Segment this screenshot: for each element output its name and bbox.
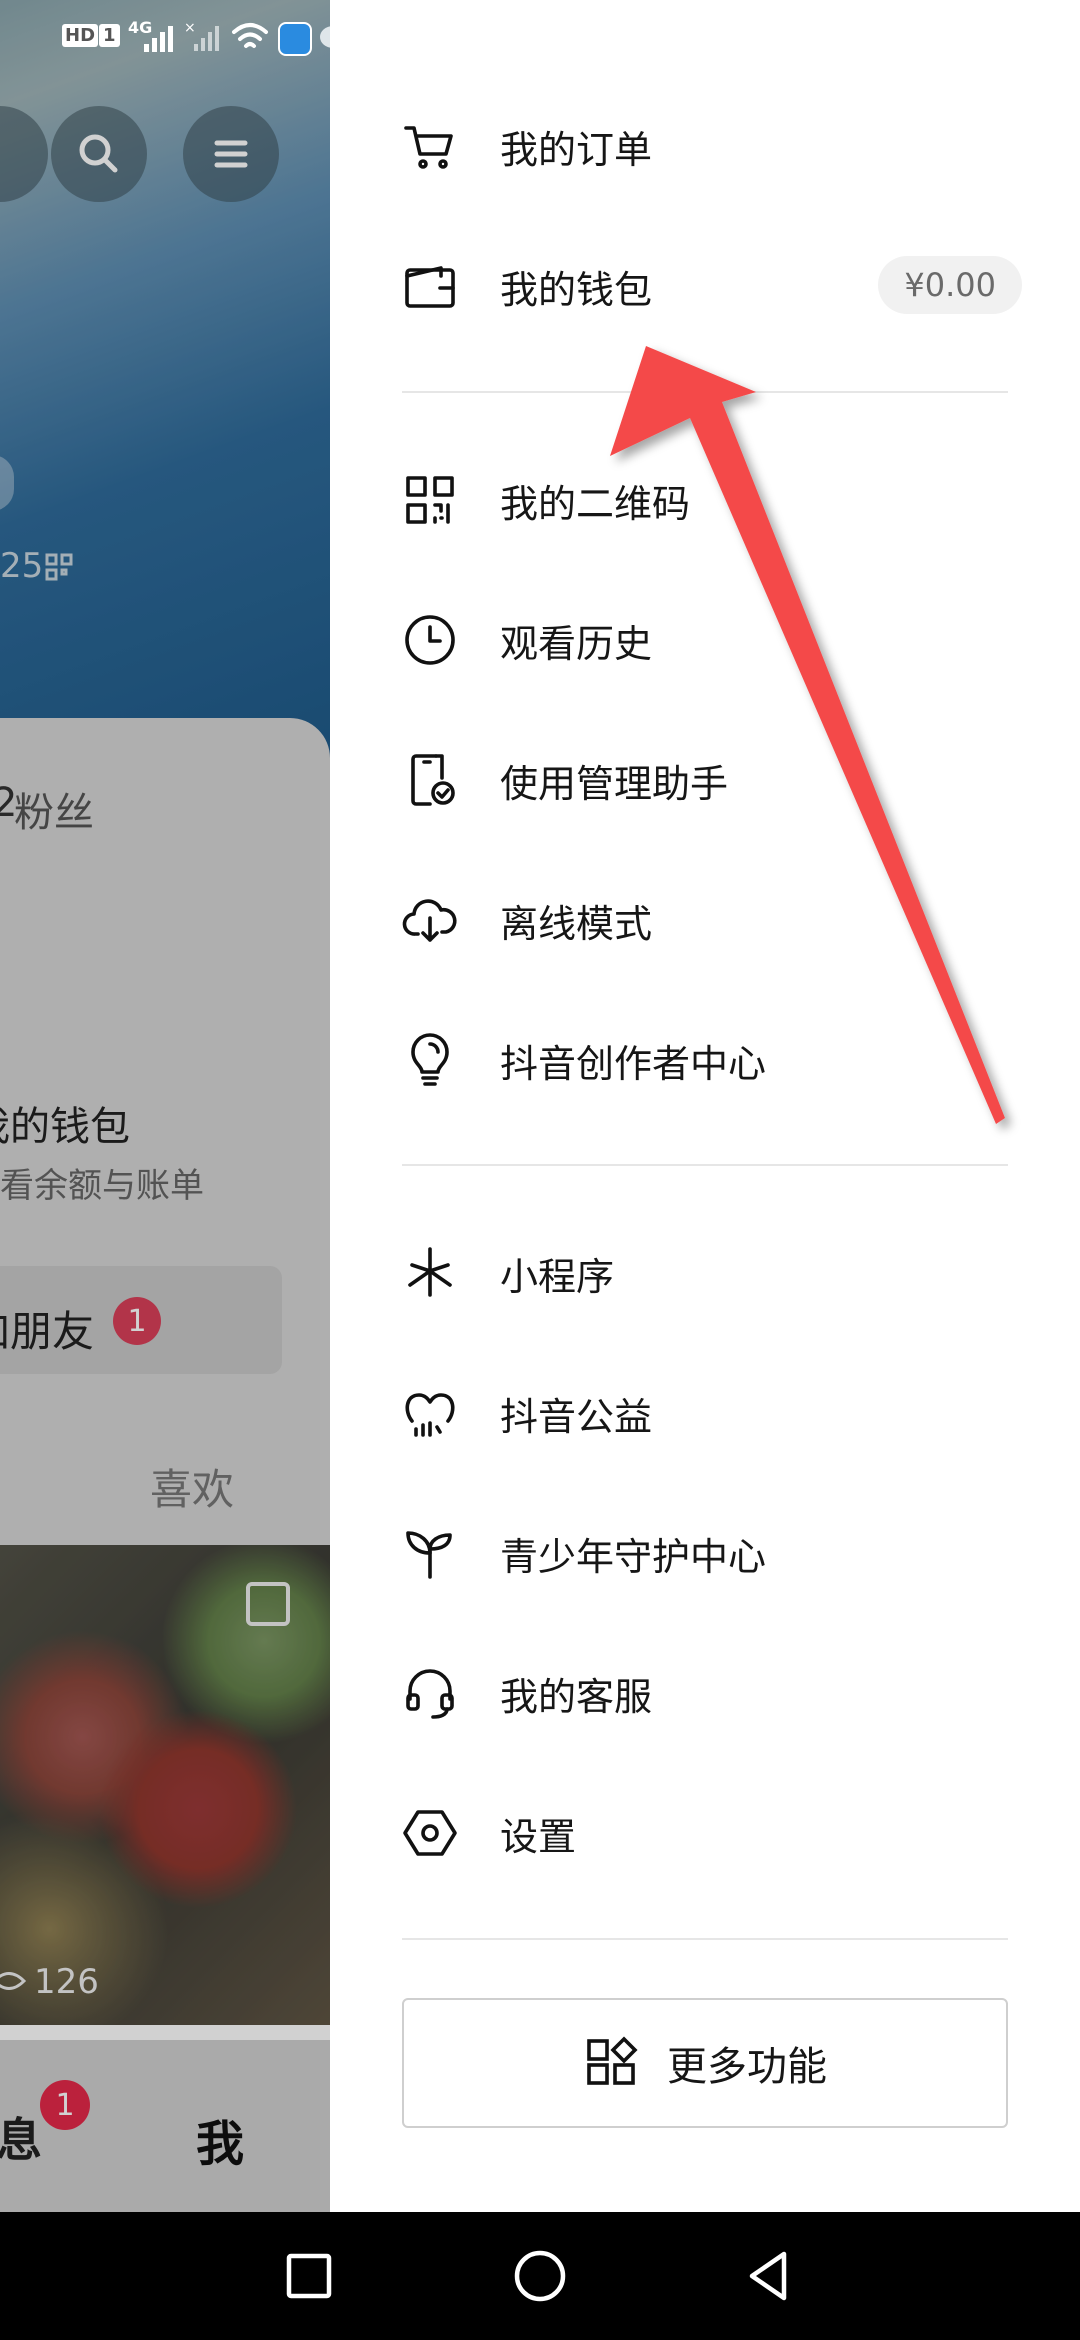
app-notification-icon: [278, 22, 312, 56]
signal-2-icon: ×: [184, 20, 219, 51]
sprout-icon: [402, 1525, 458, 1581]
bg-friends-badge: 1: [113, 1297, 161, 1345]
bg-friends-text: 朋友: [10, 1307, 95, 1356]
multi-image-icon: [246, 1582, 290, 1626]
menu-item-history[interactable]: 观看历史: [330, 570, 1080, 710]
grid-icon: [587, 2036, 638, 2085]
cloud-download-icon: [402, 892, 458, 948]
bg-id-fragment: 25: [0, 546, 44, 586]
clock-icon: [402, 612, 458, 668]
menu-item-settings[interactable]: 设置: [330, 1763, 1080, 1903]
qrcode-icon: [402, 472, 458, 528]
bg-bottom-tabbar: [0, 2040, 330, 2212]
cart-icon: [402, 118, 458, 174]
system-navigation-bar: [0, 2212, 1080, 2340]
phone-check-icon: [402, 752, 458, 808]
wifi-icon: [232, 23, 268, 48]
menu-label: 我的订单: [500, 127, 653, 172]
recents-button[interactable]: [279, 2246, 339, 2306]
bg-friends-prefix: 加: [0, 1298, 10, 1359]
headset-icon: [402, 1665, 458, 1721]
back-button[interactable]: [740, 2246, 800, 2306]
bg-messages-badge: 1: [40, 2080, 90, 2130]
bg-menu-button: [183, 106, 279, 202]
menu-label: 观看历史: [500, 621, 653, 666]
menu-item-usage-assistant[interactable]: 使用管理助手: [330, 710, 1080, 850]
menu-item-orders[interactable]: 我的订单: [330, 76, 1080, 216]
divider: [402, 1938, 1008, 1940]
square-icon: [286, 2253, 332, 2299]
bg-wallet-subtitle: 查看余额与账单: [0, 1166, 204, 1206]
profile-header-background: [0, 0, 330, 760]
bg-wallet-title: 我的钱包: [0, 1104, 130, 1150]
svg-text:×: ×: [184, 20, 196, 36]
menu-icon: [214, 140, 248, 168]
menu-item-youth-protection[interactable]: 青少年守护中心: [330, 1483, 1080, 1623]
hd-indicator: HD: [62, 24, 99, 47]
menu-label: 小程序: [500, 1254, 615, 1299]
home-button[interactable]: [510, 2246, 570, 2306]
more-features-button[interactable]: 更多功能: [402, 1998, 1008, 2128]
menu-label: 我的客服: [500, 1674, 653, 1719]
menu-label: 离线模式: [500, 901, 653, 946]
menu-label: 我的钱包: [500, 267, 653, 312]
heart-hand-icon: [402, 1385, 458, 1441]
asterisk-icon: [402, 1245, 458, 1301]
bg-view-count: 126: [34, 1962, 99, 2002]
bg-search-button: [51, 106, 147, 202]
hexagon-gear-icon: [402, 1805, 458, 1861]
menu-item-charity[interactable]: 抖音公益: [330, 1343, 1080, 1483]
menu-item-mini-programs[interactable]: 小程序: [330, 1203, 1080, 1343]
menu-label: 抖音公益: [500, 1394, 653, 1439]
more-features-label: 更多功能: [667, 2044, 827, 2090]
qrcode-small-icon: [45, 553, 73, 581]
signal-icon: [144, 26, 173, 52]
wallet-balance-badge: ¥0.00: [878, 256, 1022, 314]
menu-item-qrcode[interactable]: 我的二维码: [330, 430, 1080, 570]
menu-item-creator-center[interactable]: 抖音创作者中心: [330, 990, 1080, 1130]
bg-tab-messages: 息: [0, 2113, 42, 2167]
menu-label: 设置: [500, 1814, 577, 1859]
sim-indicator: 1: [99, 24, 120, 47]
search-icon: [79, 134, 118, 173]
bg-fans-label: 粉丝: [14, 790, 94, 836]
divider: [402, 1164, 1008, 1166]
circle-icon: [514, 2250, 566, 2302]
divider: [402, 391, 1008, 393]
menu-item-customer-service[interactable]: 我的客服: [330, 1623, 1080, 1763]
background-profile-page: 25 2 粉丝 我的钱包 查看余额与账单 加 朋友 1 喜欢 126 息 1 我: [0, 0, 330, 2212]
menu-label: 使用管理助手: [500, 761, 729, 806]
eye-icon: [0, 1972, 26, 1990]
triangle-back-icon: [749, 2251, 787, 2301]
side-drawer: 我的订单 我的钱包 ¥0.00 我的二维码 观看历史 使用管理助手 离线模式 抖…: [330, 0, 1080, 2212]
menu-item-offline-mode[interactable]: 离线模式: [330, 850, 1080, 990]
wallet-icon: [402, 258, 458, 314]
bulb-icon: [402, 1032, 458, 1088]
bg-tab-me: 我: [196, 2116, 245, 2172]
bg-likes-tab: 喜欢: [150, 1465, 235, 1514]
menu-label: 青少年守护中心: [500, 1534, 767, 1579]
menu-label: 我的二维码: [500, 481, 691, 526]
menu-label: 抖音创作者中心: [500, 1041, 767, 1086]
